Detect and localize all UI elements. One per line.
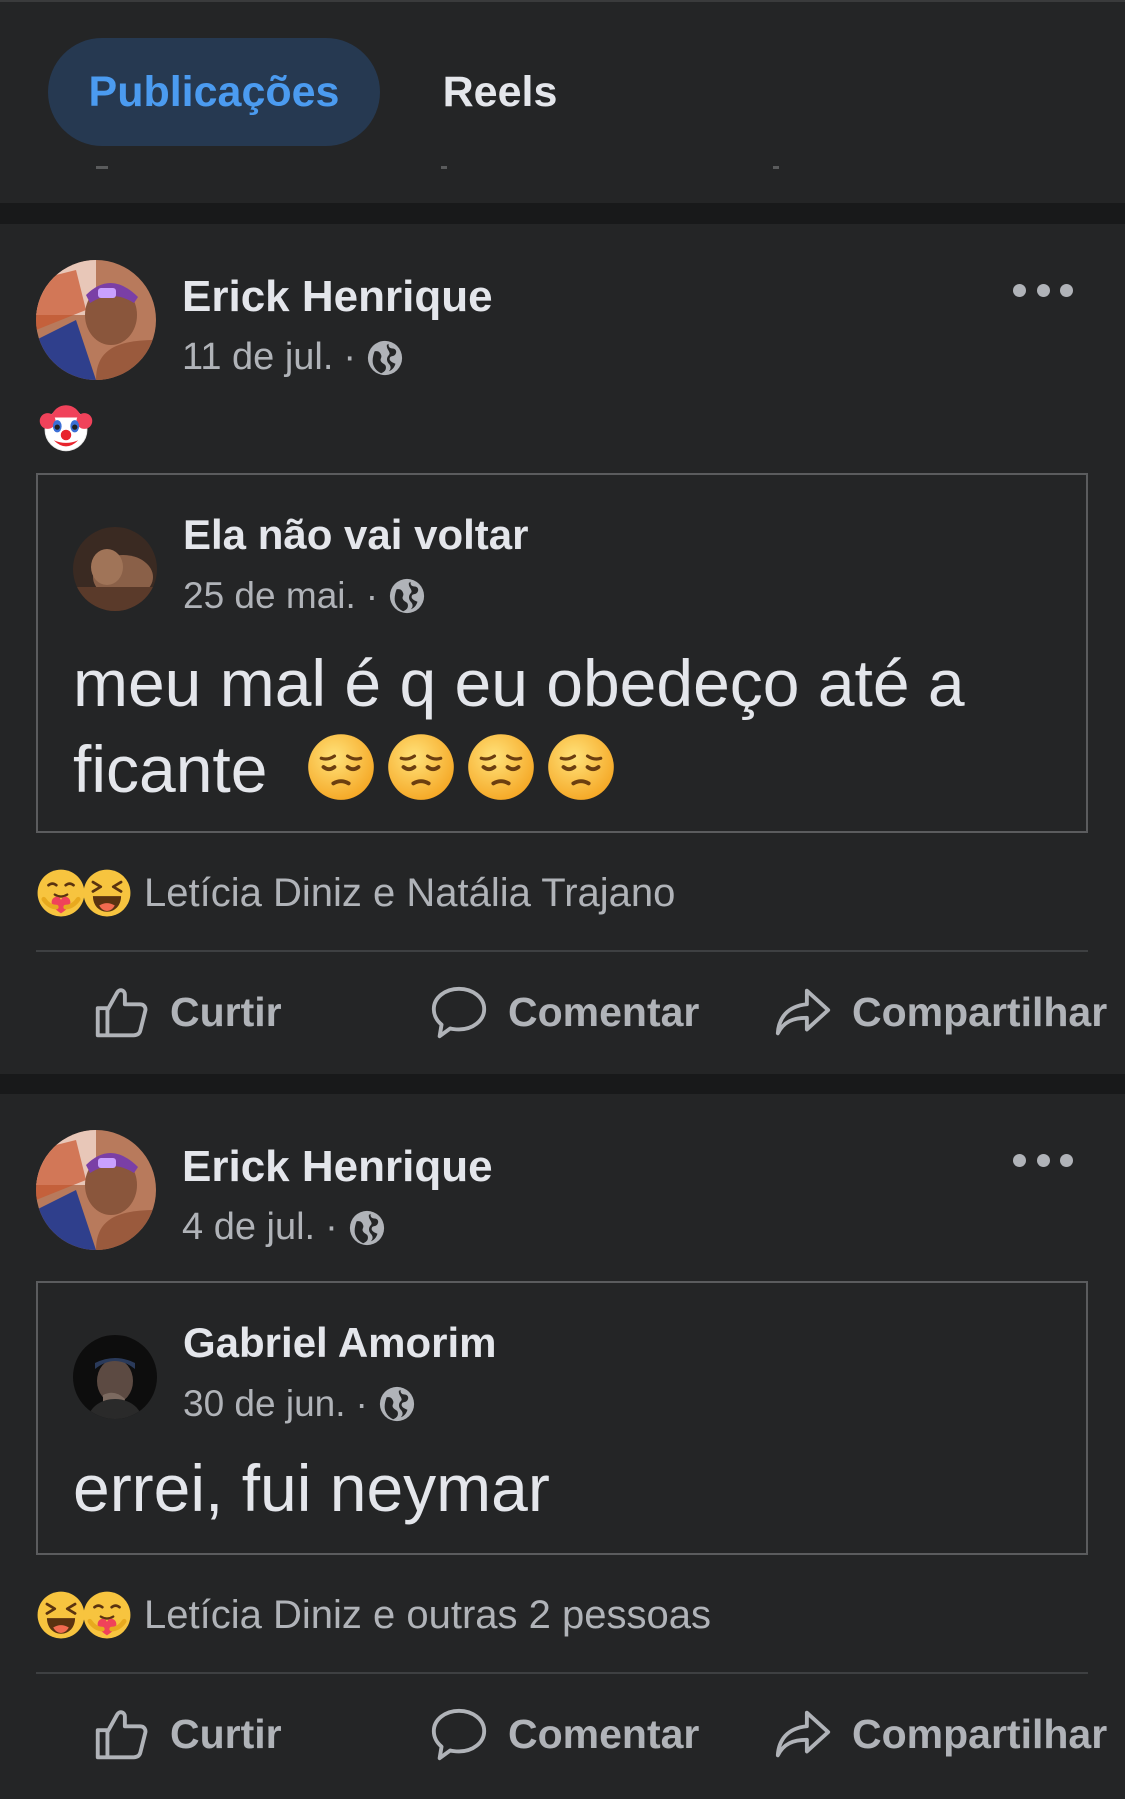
more-options-icon[interactable] <box>1013 1150 1073 1170</box>
share-button[interactable]: Compartilhar <box>772 962 1107 1062</box>
shared-post-date[interactable]: 25 de mai. <box>183 575 356 617</box>
share-arrow-icon <box>772 1703 834 1765</box>
meta-separator: · <box>365 575 379 616</box>
pensive-face-emoji <box>306 732 376 802</box>
post-actions: Curtir Comentar Compartilhar <box>0 962 1125 1062</box>
meta-separator: · <box>355 1383 368 1424</box>
scroll-hint <box>441 166 447 169</box>
like-label: Curtir <box>170 1710 282 1757</box>
comment-bubble-icon <box>428 981 490 1043</box>
globe-icon <box>388 577 426 615</box>
globe-icon <box>366 339 404 377</box>
clown-face-emoji <box>38 400 94 456</box>
avatar[interactable] <box>73 527 157 611</box>
post-author[interactable]: Erick Henrique <box>182 272 493 322</box>
haha-reaction-icon <box>82 868 132 918</box>
reactions-summary[interactable]: Letícia Diniz e outras 2 pessoas <box>36 1590 711 1640</box>
share-arrow-icon <box>772 981 834 1043</box>
globe-icon <box>378 1385 416 1423</box>
divider <box>36 950 1088 952</box>
post-card: Erick Henrique 11 de jul. · Ela não vai … <box>0 224 1125 1074</box>
more-options-icon[interactable] <box>1013 280 1073 300</box>
post-author[interactable]: Erick Henrique <box>182 1142 493 1192</box>
share-button[interactable]: Compartilhar <box>772 1684 1107 1784</box>
shared-post-author[interactable]: Ela não vai voltar <box>183 511 528 559</box>
post-card: Erick Henrique 4 de jul. · Gabriel Amori… <box>0 1094 1125 1799</box>
post-meta: 11 de jul. · <box>182 336 404 379</box>
meta-separator: · <box>325 1206 338 1248</box>
shared-post-date[interactable]: 30 de jun. <box>183 1383 346 1425</box>
pensive-face-emoji <box>546 732 616 802</box>
globe-icon <box>348 1209 386 1247</box>
share-label: Compartilhar <box>852 1710 1108 1757</box>
shared-post-meta: 30 de jun. · <box>183 1383 416 1425</box>
post-meta: 4 de jul. · <box>182 1206 386 1249</box>
avatar[interactable] <box>73 1335 157 1419</box>
tab-reels[interactable]: Reels <box>420 38 580 146</box>
thumbs-up-icon <box>90 1703 152 1765</box>
comment-button[interactable]: Comentar <box>428 962 699 1062</box>
share-label: Compartilhar <box>852 988 1108 1035</box>
divider <box>36 1672 1088 1674</box>
post-date[interactable]: 11 de jul. <box>182 336 333 379</box>
comment-bubble-icon <box>428 1703 490 1765</box>
pensive-face-emoji <box>386 732 456 802</box>
comment-label: Comentar <box>508 988 700 1035</box>
like-label: Curtir <box>170 988 282 1035</box>
shared-post-author[interactable]: Gabriel Amorim <box>183 1319 497 1367</box>
shared-post-text: meu mal é q eu obedeço até a ficante <box>73 640 1056 812</box>
shared-post[interactable]: Ela não vai voltar 25 de mai. · meu mal … <box>36 473 1088 833</box>
post-date[interactable]: 4 de jul. <box>182 1206 315 1249</box>
scroll-hint <box>773 166 779 169</box>
comment-button[interactable]: Comentar <box>428 1684 699 1784</box>
like-button[interactable]: Curtir <box>90 1684 282 1784</box>
meta-separator: · <box>343 336 357 378</box>
profile-tabs-bar: Publicações Reels <box>0 0 1125 203</box>
reactions-text: Letícia Diniz e Natália Trajano <box>144 870 676 915</box>
care-reaction-icon <box>82 1590 132 1640</box>
shared-post-text: errei, fui neymar <box>73 1451 550 1525</box>
shared-post-meta: 25 de mai. · <box>183 575 426 617</box>
haha-reaction-icon <box>36 1590 86 1640</box>
pensive-face-emoji <box>466 732 536 802</box>
thumbs-up-icon <box>90 981 152 1043</box>
like-button[interactable]: Curtir <box>90 962 282 1062</box>
post-actions: Curtir Comentar Compartilhar <box>0 1684 1125 1784</box>
avatar[interactable] <box>36 1130 156 1250</box>
scroll-hint <box>96 166 108 169</box>
tab-publicacoes[interactable]: Publicações <box>48 38 380 146</box>
comment-label: Comentar <box>508 1710 700 1757</box>
reactions-text: Letícia Diniz e outras 2 pessoas <box>144 1592 711 1637</box>
shared-post[interactable]: Gabriel Amorim 30 de jun. · errei, fui n… <box>36 1281 1088 1555</box>
reactions-summary[interactable]: Letícia Diniz e Natália Trajano <box>36 868 675 918</box>
avatar[interactable] <box>36 260 156 380</box>
care-reaction-icon <box>36 868 86 918</box>
